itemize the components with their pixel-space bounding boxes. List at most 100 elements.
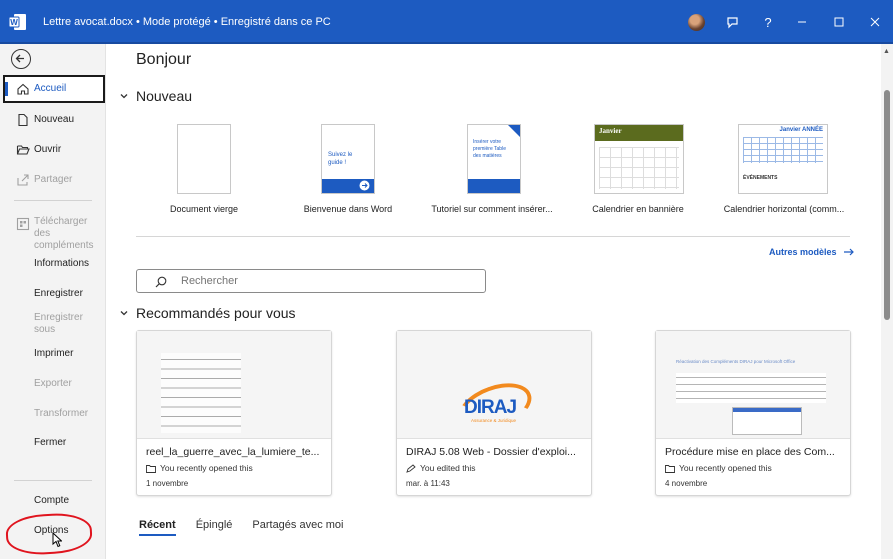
thumb-grid [599, 147, 679, 189]
section-recommandes[interactable]: Recommandés pour vous [119, 305, 296, 321]
tab-partages[interactable]: Partagés avec moi [252, 519, 343, 531]
sidebar-item-label: Imprimer [34, 348, 74, 359]
maximize-button[interactable] [829, 12, 849, 32]
sidebar-item-label: Compte [34, 495, 70, 506]
document-date: 4 novembre [665, 479, 708, 488]
template-label: Calendrier en bannière [592, 204, 684, 214]
section-divider [136, 236, 850, 237]
sidebar-item-fermer[interactable]: Fermer [3, 429, 105, 457]
template-thumbnail: Janvier ANNÉE ÉVÉNEMENTS [738, 124, 828, 194]
template-label: Tutoriel sur comment insérer... [431, 204, 553, 214]
sidebar-item-imprimer[interactable]: Imprimer [3, 340, 105, 368]
home-icon [17, 83, 29, 95]
folder-open-icon [16, 145, 30, 155]
document-name: Procédure mise en place des Com... [665, 446, 835, 458]
section-title: Nouveau [136, 88, 193, 104]
tab-epingle[interactable]: Épinglé [196, 519, 233, 531]
sidebar-item-compte[interactable]: Compte [3, 487, 105, 515]
more-templates-link[interactable]: Autres modèles [769, 247, 855, 257]
sidebar-item-label: Télécharger des compléments [34, 216, 94, 251]
status-text: You recently opened this [160, 463, 253, 473]
search-box[interactable] [136, 269, 486, 293]
sidebar-item-label: Enregistrer sous [34, 312, 83, 335]
document-name: DIRAJ 5.08 Web - Dossier d'exploi... [406, 446, 576, 458]
recommended-card[interactable]: Réactivation des Compléments DIRAJ pour … [655, 330, 851, 496]
sidebar-item-label: Ouvrir [34, 144, 62, 155]
status-text: You recently opened this [679, 463, 772, 473]
scroll-up-icon[interactable]: ▲ [883, 48, 890, 55]
sidebar-item-label: Exporter [34, 378, 72, 389]
preview-heading: Réactivation des Compléments DIRAJ pour … [676, 359, 796, 364]
user-avatar[interactable] [688, 14, 705, 31]
chevron-down-icon [120, 311, 128, 316]
template-thumbnail: Janvier [594, 124, 684, 194]
sidebar-item-label: Enregistrer [34, 288, 83, 299]
recommended-card[interactable]: DIRAJ Assurance & Juridique DIRAJ 5.08 W… [396, 330, 592, 496]
new-doc-icon [18, 113, 28, 127]
word-logo-icon: W [9, 14, 26, 30]
search-icon [155, 276, 167, 288]
status-text: You edited this [420, 463, 476, 473]
minimize-button[interactable] [792, 12, 812, 32]
document-name: reel_la_guerre_avec_la_lumiere_te... [146, 446, 320, 458]
section-nouveau[interactable]: Nouveau [119, 88, 192, 104]
sidebar-item-enregistrer[interactable]: Enregistrer [3, 280, 105, 308]
template-thumbnail: Insérer votre première Table des matière… [467, 124, 521, 194]
thumb-grid [743, 137, 823, 163]
scrollbar-thumb[interactable] [884, 90, 890, 320]
sidebar-item-transformer[interactable]: Transformer [3, 400, 105, 428]
recent-tabs: Récent Épinglé Partagés avec moi [139, 519, 364, 536]
document-status: You recently opened this [146, 463, 253, 473]
document-status: You edited this [406, 463, 475, 473]
preview-text-lines [161, 353, 241, 433]
thumb-text2: ÉVÉNEMENTS [743, 175, 778, 181]
addins-icon [16, 217, 30, 231]
help-button[interactable]: ? [758, 12, 778, 32]
template-label: Bienvenue dans Word [303, 204, 393, 214]
vertical-scrollbar[interactable]: ▲ [881, 44, 893, 559]
recommended-card[interactable]: reel_la_guerre_avec_la_lumiere_te... You… [136, 330, 332, 496]
title-bar: W Lettre avocat.docx • Mode protégé • En… [0, 0, 893, 44]
sidebar-item-informations[interactable]: Informations [3, 250, 105, 278]
diraj-logo-subtext: Assurance & Juridique [471, 418, 517, 423]
sidebar-item-accueil[interactable]: Accueil [3, 75, 105, 103]
thumb-band [468, 179, 520, 193]
back-arrow-icon[interactable] [11, 49, 31, 69]
search-input[interactable] [181, 273, 461, 289]
sidebar-item-label: Informations [34, 258, 90, 269]
feedback-icon[interactable] [722, 12, 742, 32]
share-icon [17, 174, 29, 186]
tab-recent[interactable]: Récent [139, 519, 176, 536]
document-preview: DIRAJ Assurance & Juridique [397, 331, 591, 439]
template-label: Calendrier horizontal (comm... [723, 204, 845, 214]
sidebar-item-telecharger-complements[interactable]: Télécharger des compléments [3, 214, 105, 251]
sidebar-item-partager[interactable]: Partager [3, 166, 105, 194]
sidebar-item-label: Accueil [34, 83, 67, 94]
thumb-text: Insérer votre première Table des matière… [473, 139, 506, 159]
document-preview: Réactivation des Compléments DIRAJ pour … [656, 331, 850, 439]
document-status: You recently opened this [665, 463, 772, 473]
template-thumbnail [177, 124, 231, 194]
template-label: Document vierge [169, 204, 239, 214]
svg-text:W: W [10, 18, 18, 27]
arrow-right-icon [843, 248, 854, 256]
close-button[interactable] [865, 12, 885, 32]
chevron-down-icon [120, 94, 128, 99]
pencil-icon [406, 463, 416, 473]
sidebar-item-ouvrir[interactable]: Ouvrir [3, 136, 105, 164]
template-thumbnail: Suivez le guide ! [321, 124, 375, 194]
thumb-text: Suivez le guide ! [328, 152, 353, 166]
thumb-text: Janvier ANNÉE [779, 127, 823, 133]
backstage-sidebar: Accueil Nouveau Ouvrir Partager Téléchar… [0, 44, 106, 559]
folder-icon [665, 464, 675, 473]
sidebar-item-nouveau[interactable]: Nouveau [3, 106, 105, 134]
sidebar-divider [14, 200, 92, 201]
thumb-text: Janvier [599, 127, 622, 135]
sidebar-item-label: Partager [34, 174, 73, 185]
document-preview [137, 331, 331, 439]
thumb-corner [508, 125, 520, 137]
mouse-cursor-icon [52, 532, 62, 548]
sidebar-item-enregistrer-sous[interactable]: Enregistrer sous [3, 310, 105, 338]
sidebar-item-exporter[interactable]: Exporter [3, 370, 105, 398]
section-title: Recommandés pour vous [136, 305, 296, 321]
